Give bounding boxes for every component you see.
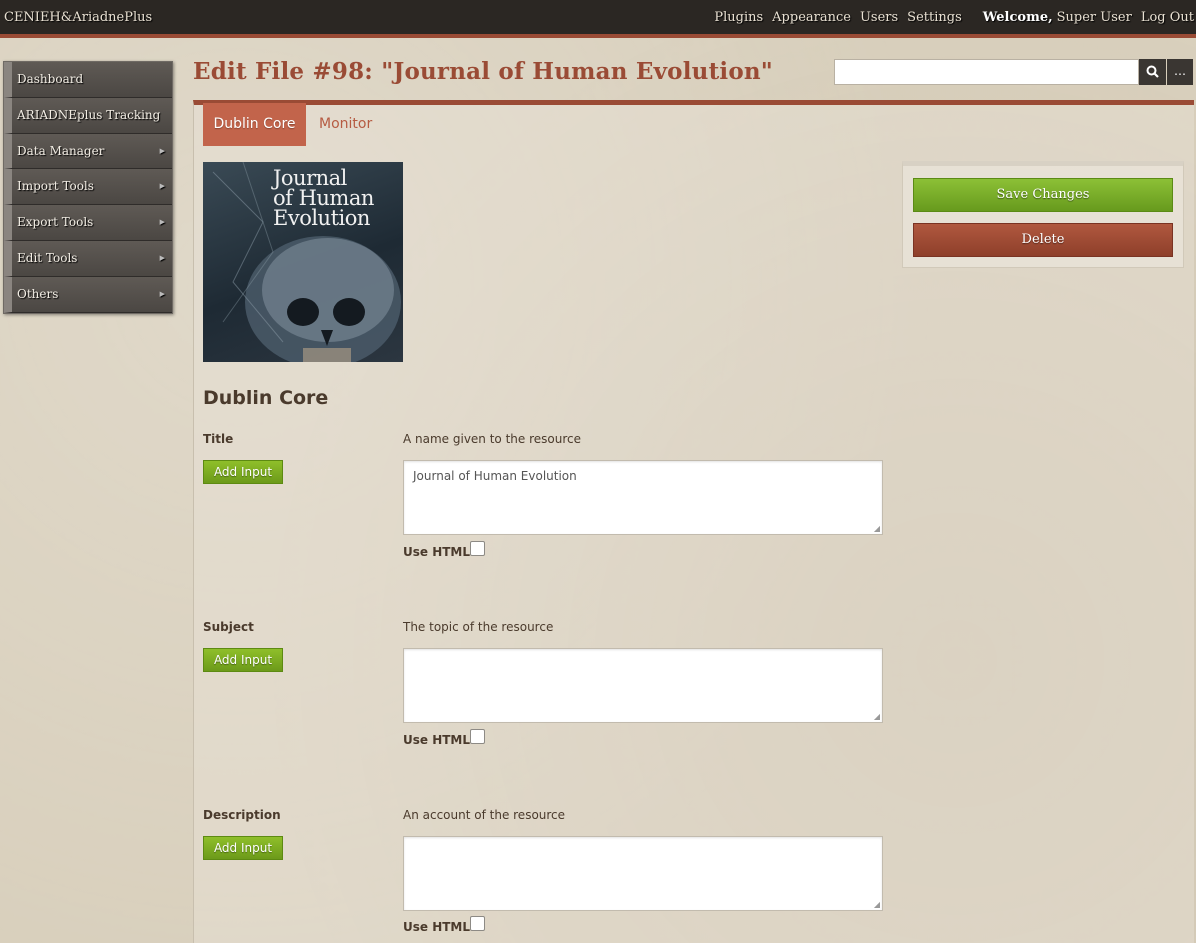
field-description-title: A name given to the resource [403, 432, 581, 446]
field-label-description: Description [203, 808, 281, 822]
title-textarea[interactable]: Journal of Human Evolution ◢ [403, 460, 883, 535]
use-html-label-subject: Use HTML [403, 733, 471, 747]
sidebar-item-label: Export Tools [17, 215, 94, 230]
search-input[interactable] [834, 59, 1139, 85]
file-thumbnail[interactable]: Journal of Human Evolution [203, 162, 403, 362]
chevron-right-icon: ▶ [159, 146, 165, 155]
textarea-value: Journal of Human Evolution [413, 469, 577, 483]
use-html-checkbox-subject[interactable] [470, 729, 485, 744]
subject-textarea[interactable]: ◢ [403, 648, 883, 723]
nav-settings[interactable]: Settings [907, 10, 962, 25]
field-label-title: Title [203, 432, 234, 446]
welcome-text: Welcome, [982, 10, 1053, 25]
sidebar-item-data-manager[interactable]: Data Manager ▶ [4, 133, 172, 170]
sidebar-item-others[interactable]: Others ▶ [4, 276, 172, 313]
use-html-label-description: Use HTML [403, 920, 471, 934]
search-icon [1146, 65, 1159, 78]
top-bar: CENIEH&AriadnePlus Plugins Appearance Us… [0, 0, 1196, 38]
sidebar-item-label: Dashboard [17, 72, 84, 86]
sidebar-item-ariadneplus-tracking[interactable]: ARIADNEplus Tracking [4, 97, 172, 134]
field-label-subject: Subject [203, 620, 254, 634]
add-input-button-title[interactable]: Add Input [203, 460, 283, 484]
nav-appearance[interactable]: Appearance [772, 10, 851, 25]
advanced-search-button[interactable]: … [1167, 59, 1193, 85]
resize-handle-icon[interactable]: ◢ [874, 524, 880, 533]
logout-link[interactable]: Log Out [1141, 10, 1194, 25]
sidebar-item-export-tools[interactable]: Export Tools ▶ [4, 205, 172, 241]
chevron-right-icon: ▶ [159, 289, 165, 298]
sidebar-item-dashboard[interactable]: Dashboard [4, 62, 172, 98]
description-textarea[interactable]: ◢ [403, 836, 883, 911]
delete-button[interactable]: Delete [913, 223, 1173, 257]
nav-users[interactable]: Users [860, 10, 898, 25]
site-title-link[interactable]: CENIEH&AriadnePlus [4, 10, 152, 25]
tab-dublin-core[interactable]: Dublin Core [203, 103, 306, 146]
add-input-button-description[interactable]: Add Input [203, 836, 283, 860]
page-title: Edit File #98: "Journal of Human Evoluti… [193, 58, 773, 85]
add-input-button-subject[interactable]: Add Input [203, 648, 283, 672]
sidebar-item-label: Import Tools [17, 179, 94, 194]
nav-plugins[interactable]: Plugins [714, 10, 763, 25]
field-description-subject: The topic of the resource [403, 620, 554, 634]
sidebar-item-edit-tools[interactable]: Edit Tools ▶ [4, 240, 172, 277]
save-changes-button[interactable]: Save Changes [913, 178, 1173, 212]
admin-sidebar: Dashboard ARIADNEplus Tracking Data Mana… [3, 61, 173, 314]
user-profile-link[interactable]: Super User [1057, 10, 1132, 25]
chevron-right-icon: ▶ [159, 253, 165, 262]
global-nav: Plugins Appearance Users Settings Welcom… [714, 10, 1194, 25]
use-html-checkbox-description[interactable] [470, 916, 485, 931]
sidebar-item-label: Others [17, 286, 59, 301]
chevron-right-icon: ▶ [159, 182, 165, 191]
resize-handle-icon[interactable]: ◢ [874, 900, 880, 909]
resize-handle-icon[interactable]: ◢ [874, 712, 880, 721]
sidebar-item-label: Edit Tools [17, 250, 78, 265]
use-html-checkbox-title[interactable] [470, 541, 485, 556]
section-title-dublin-core: Dublin Core [203, 387, 329, 409]
chevron-right-icon: ▶ [159, 218, 165, 227]
sidebar-item-label: ARIADNEplus Tracking [17, 107, 161, 122]
sidebar-item-import-tools[interactable]: Import Tools ▶ [4, 169, 172, 206]
use-html-label-title: Use HTML [403, 545, 471, 559]
search-button[interactable] [1139, 59, 1166, 85]
tab-monitor[interactable]: Monitor [319, 103, 372, 146]
field-description-description: An account of the resource [403, 808, 566, 822]
sidebar-item-label: Data Manager [17, 143, 105, 158]
cover-title-text: Journal of Human Evolution [273, 166, 374, 230]
